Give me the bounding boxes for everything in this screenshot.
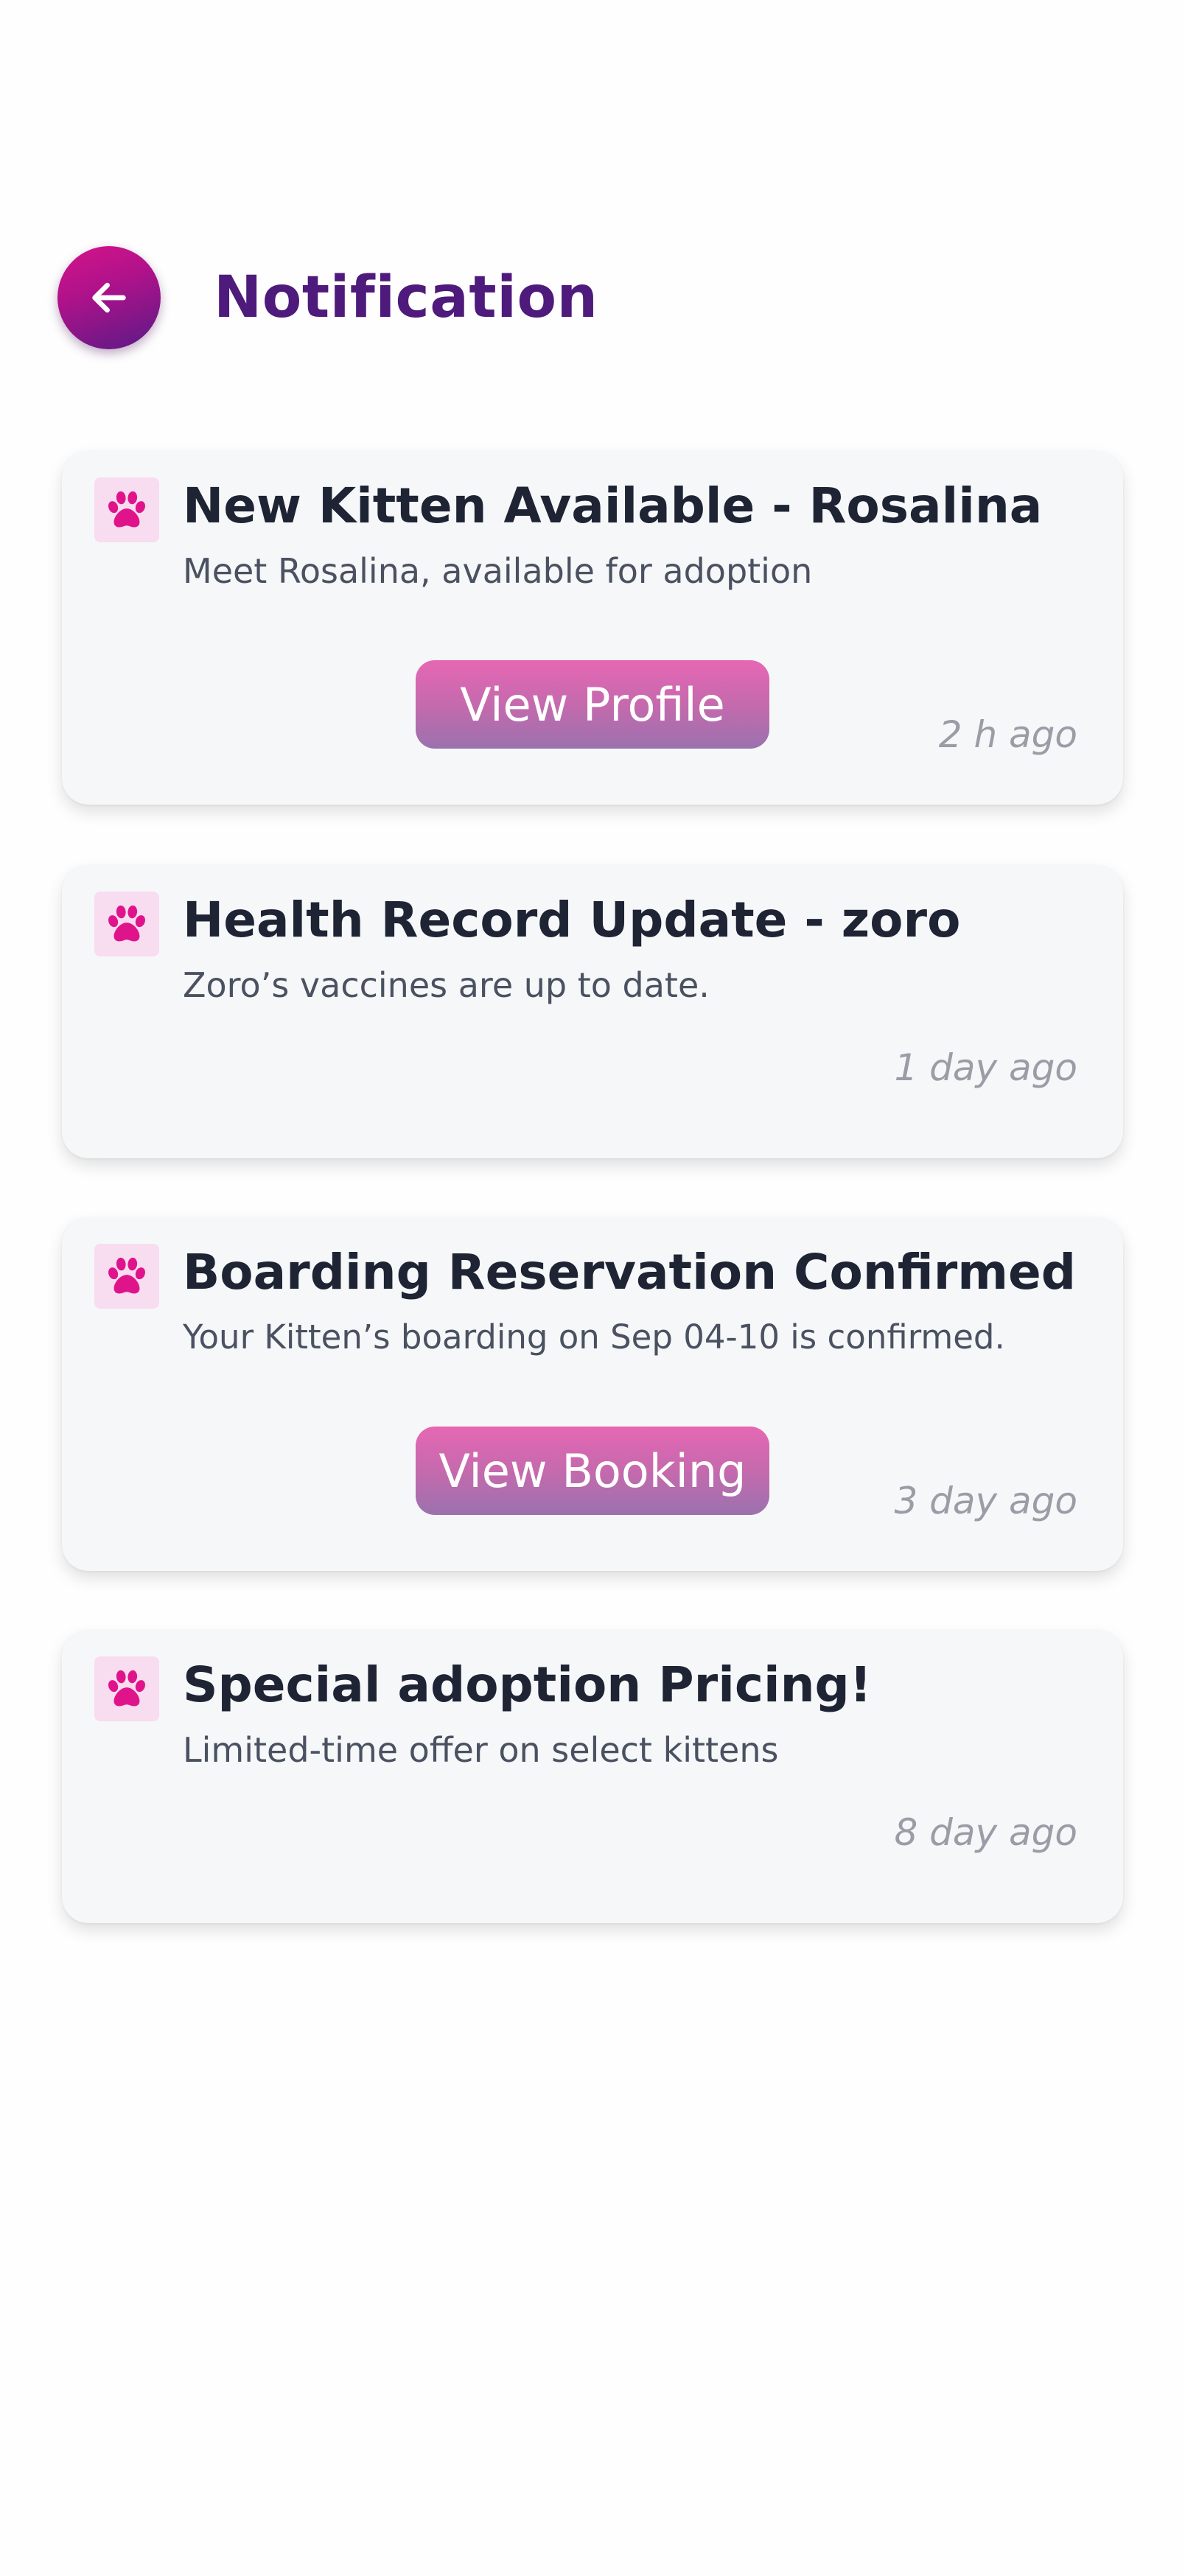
paw-icon-badge bbox=[94, 1656, 159, 1721]
notification-card[interactable]: Boarding Reservation Confirmed Your Kitt… bbox=[62, 1217, 1123, 1571]
paw-icon-badge bbox=[94, 477, 159, 542]
arrow-left-icon bbox=[92, 282, 126, 313]
view-booking-button[interactable]: View Booking bbox=[416, 1427, 769, 1515]
notification-title: Health Record Update - zoro bbox=[183, 892, 961, 948]
paw-icon bbox=[108, 1257, 145, 1294]
notification-time: 8 day ago bbox=[894, 1811, 1077, 1854]
notification-message: Zoro’s vaccines are up to date. bbox=[183, 965, 710, 1005]
notification-screen: Notification New Kitten Available - Rosa… bbox=[0, 0, 1185, 2576]
notification-time: 1 day ago bbox=[894, 1046, 1077, 1089]
paw-icon-badge bbox=[94, 1244, 159, 1309]
view-profile-button[interactable]: View Profile bbox=[416, 660, 769, 749]
notification-message: Limited-time offer on select kittens bbox=[183, 1730, 779, 1770]
notification-card[interactable]: New Kitten Available - Rosalina Meet Ros… bbox=[62, 451, 1123, 805]
header: Notification bbox=[57, 246, 598, 349]
paw-icon bbox=[108, 491, 145, 528]
paw-icon bbox=[108, 1670, 145, 1707]
notification-message: Meet Rosalina, available for adoption bbox=[183, 551, 813, 591]
notification-card[interactable]: Health Record Update - zoro Zoro’s vacci… bbox=[62, 865, 1123, 1158]
back-button[interactable] bbox=[57, 246, 161, 349]
notification-card[interactable]: Special adoption Pricing! Limited-time o… bbox=[62, 1630, 1123, 1923]
notification-title: Special adoption Pricing! bbox=[183, 1656, 872, 1713]
notification-time: 2 h ago bbox=[938, 713, 1077, 756]
notification-message: Your Kitten’s boarding on Sep 04-10 is c… bbox=[183, 1317, 1005, 1357]
paw-icon bbox=[108, 905, 145, 942]
page-title: Notification bbox=[214, 265, 598, 331]
notification-time: 3 day ago bbox=[894, 1480, 1077, 1522]
notification-title: New Kitten Available - Rosalina bbox=[183, 477, 1043, 534]
paw-icon-badge bbox=[94, 892, 159, 956]
notification-title: Boarding Reservation Confirmed bbox=[183, 1244, 1077, 1301]
